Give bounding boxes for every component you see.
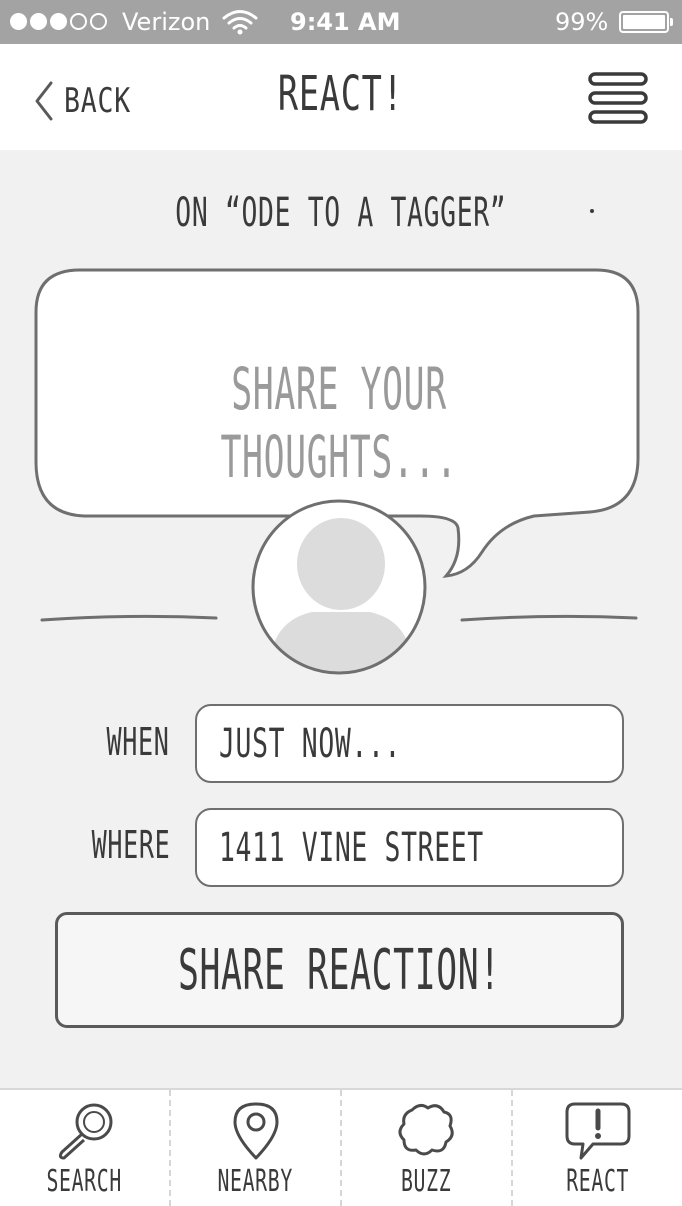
- tab-buzz[interactable]: BUZZ: [342, 1090, 513, 1206]
- tab-label: NEARBY: [217, 1164, 294, 1199]
- map-pin-icon: [233, 1102, 278, 1160]
- tab-label: REACT: [566, 1164, 629, 1199]
- thoughts-input[interactable]: [40, 275, 638, 515]
- where-field[interactable]: 1411 VINE STREET: [195, 808, 624, 887]
- tab-search[interactable]: SEARCH: [0, 1090, 171, 1206]
- when-field[interactable]: JUST NOW...: [195, 704, 624, 783]
- tab-react[interactable]: REACT: [513, 1090, 682, 1206]
- exclamation-bubble-icon: [565, 1102, 630, 1160]
- user-avatar-icon: [251, 499, 427, 675]
- carrier-name: Verizon: [122, 8, 211, 36]
- hamburger-menu-icon[interactable]: [586, 70, 650, 126]
- tab-label: BUZZ: [401, 1164, 452, 1199]
- share-reaction-button[interactable]: SHARE REACTION!: [55, 912, 624, 1028]
- battery-icon: [619, 11, 673, 33]
- navigation-bar: BACK REACT!: [0, 44, 682, 150]
- stray-dot: [590, 209, 594, 213]
- magnifier-icon: [58, 1103, 112, 1160]
- buzz-cloud-icon: [398, 1103, 454, 1156]
- status-time: 9:41 AM: [290, 8, 401, 36]
- tab-label: SEARCH: [46, 1164, 123, 1199]
- tab-nearby[interactable]: NEARBY: [171, 1090, 342, 1206]
- signal-strength-icon: [10, 13, 107, 30]
- artwork-subtitle: ON “ODE TO A TAGGER”: [175, 190, 507, 236]
- tab-bar: SEARCH NEARBY BUZZ REACT: [0, 1088, 682, 1206]
- wifi-icon: [222, 10, 258, 35]
- reaction-form: ON “ODE TO A TAGGER” SHARE YOUR THOUGHTS…: [0, 150, 682, 1088]
- battery-percentage: 99%: [555, 8, 609, 36]
- where-label: WHERE: [91, 823, 170, 867]
- page-title: REACT!: [278, 66, 404, 122]
- status-bar: Verizon 9:41 AM 99%: [0, 0, 682, 44]
- when-label: WHEN: [106, 720, 170, 764]
